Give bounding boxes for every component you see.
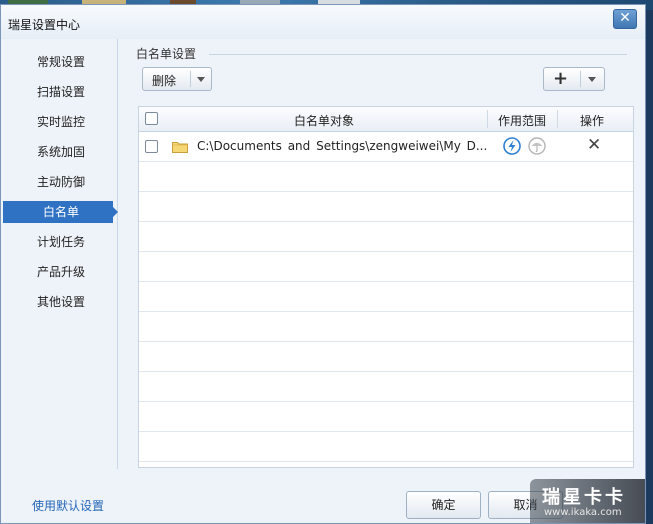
column-divider	[557, 110, 558, 128]
sidebar-item-label: 主动防御	[37, 175, 86, 189]
lightning-icon[interactable]	[503, 137, 521, 155]
column-header-action: 操作	[580, 114, 605, 128]
table-row-empty	[139, 282, 633, 312]
select-all-checkbox[interactable]	[145, 112, 158, 125]
chevron-down-icon	[588, 77, 596, 82]
button-separator	[190, 71, 191, 87]
button-separator	[580, 71, 581, 87]
watermark-brand: 瑞星卡卡	[542, 487, 626, 508]
sidebar-item-active-defense[interactable]: 主动防御	[1, 171, 117, 193]
table-row-empty	[139, 342, 633, 372]
sidebar-item-scheduled-tasks[interactable]: 计划任务	[1, 231, 117, 253]
folder-icon	[172, 142, 188, 153]
table-row-empty	[139, 192, 633, 222]
column-header-scope: 作用范围	[498, 114, 547, 128]
table-row[interactable]: C:\Documents and Settings\zengweiwei\My …	[139, 132, 633, 162]
sidebar-item-label: 其他设置	[37, 295, 86, 309]
close-icon: ✕	[619, 10, 631, 26]
watermark-url: www.ikaka.com	[544, 507, 622, 518]
ok-button[interactable]: 确定	[406, 491, 481, 519]
delete-button-label: 删除	[152, 74, 177, 88]
sidebar-item-realtime-monitor[interactable]: 实时监控	[1, 111, 117, 133]
sidebar-item-whitelist[interactable]: 白名单	[3, 201, 118, 223]
table-row-empty	[139, 162, 633, 192]
window-title: 瑞星设置中心	[8, 18, 81, 32]
section-title: 白名单设置	[136, 47, 197, 61]
table-row-empty	[139, 372, 633, 402]
sidebar-item-label: 实时监控	[37, 115, 86, 129]
table-row-empty	[139, 402, 633, 432]
sidebar-item-label: 计划任务	[37, 235, 86, 249]
title-bar: 瑞星设置中心 ✕	[1, 5, 645, 39]
sidebar-item-label: 白名单	[43, 205, 80, 219]
whitelist-table: 白名单对象 作用范围 操作 C:\Documents and Settings\…	[138, 106, 634, 468]
delete-row-icon[interactable]: ✕	[587, 135, 601, 155]
sidebar-item-scan[interactable]: 扫描设置	[1, 81, 117, 103]
table-row-empty	[139, 312, 633, 342]
column-divider	[487, 110, 488, 128]
plus-icon: +	[553, 68, 569, 89]
add-dropdown-button[interactable]: +	[543, 67, 605, 91]
sidebar: 常规设置 扫描设置 实时监控 系统加固 主动防御 白名单 计划任务 产品升级 其…	[1, 39, 118, 469]
sidebar-item-label: 扫描设置	[37, 85, 86, 99]
sidebar-item-label: 产品升级	[37, 265, 86, 279]
table-header: 白名单对象 作用范围 操作	[139, 107, 633, 132]
column-header-object: 白名单对象	[294, 114, 355, 128]
sidebar-item-system-hardening[interactable]: 系统加固	[1, 141, 117, 163]
delete-dropdown-button[interactable]: 删除	[142, 67, 212, 91]
table-row-empty	[139, 252, 633, 282]
row-checkbox[interactable]	[145, 140, 158, 153]
settings-window: 瑞星设置中心 ✕ 常规设置 扫描设置 实时监控 系统加固 主动防御 白名单 计划…	[0, 4, 646, 524]
sidebar-item-other-settings[interactable]: 其他设置	[1, 291, 117, 313]
chevron-down-icon	[197, 77, 205, 82]
sidebar-item-general[interactable]: 常规设置	[1, 51, 117, 73]
sidebar-item-label: 系统加固	[37, 145, 86, 159]
whitelist-path: C:\Documents and Settings\zengweiwei\My …	[197, 139, 488, 153]
restore-defaults-link[interactable]: 使用默认设置	[32, 497, 104, 514]
section-divider	[209, 54, 627, 55]
sidebar-item-product-upgrade[interactable]: 产品升级	[1, 261, 117, 283]
table-row-empty	[139, 432, 633, 462]
table-row-empty	[139, 222, 633, 252]
sidebar-item-label: 常规设置	[37, 55, 86, 69]
umbrella-icon[interactable]	[528, 137, 546, 155]
watermark-logo: 瑞星卡卡 www.ikaka.com	[530, 479, 645, 523]
close-button[interactable]: ✕	[613, 9, 637, 29]
